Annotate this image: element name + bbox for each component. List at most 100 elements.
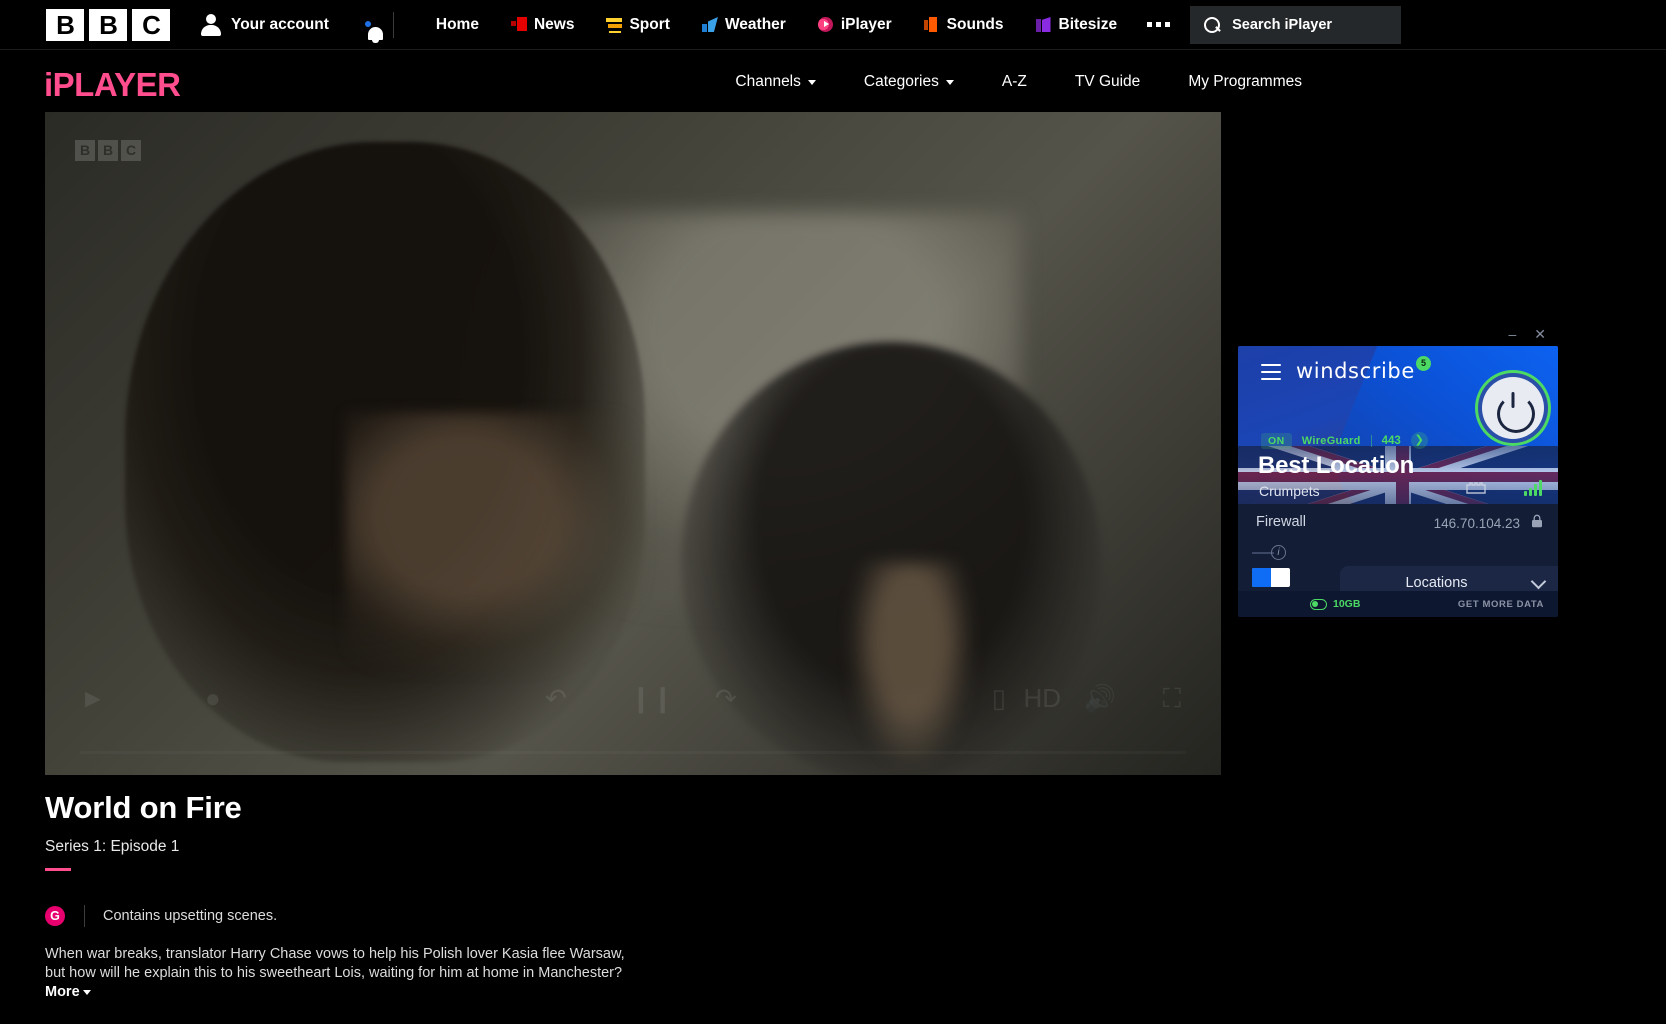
volume-icon[interactable]: 🔊 xyxy=(1084,673,1116,723)
nav-item-a-z[interactable]: A-Z xyxy=(978,73,1051,91)
progress-bar[interactable] xyxy=(80,751,1186,754)
sport-icon xyxy=(606,17,623,32)
weather-icon xyxy=(701,17,718,32)
signal-bar xyxy=(1534,484,1537,496)
hamburger-line xyxy=(1261,364,1281,366)
nav-item-iplayer[interactable]: iPlayer xyxy=(802,16,908,34)
windscribe-titlebar[interactable]: – ✕ xyxy=(1238,322,1558,346)
minimize-button[interactable]: – xyxy=(1508,327,1516,341)
notification-dot xyxy=(364,20,371,27)
subtitles-icon[interactable]: ▯ xyxy=(992,673,1006,723)
signal-bar xyxy=(1539,480,1542,496)
chevron-down-icon xyxy=(807,80,816,85)
notification-badge[interactable]: 5 xyxy=(1416,356,1431,371)
port-label: 443 xyxy=(1381,434,1401,447)
rewind-icon[interactable]: ↶ xyxy=(545,673,567,723)
hamburger-icon[interactable] xyxy=(1261,364,1281,385)
nav-item-label: iPlayer xyxy=(840,15,892,33)
firewall-row: Firewall 146.70.104.23 i xyxy=(1238,504,1558,587)
divider xyxy=(1370,434,1372,447)
search-icon xyxy=(1204,16,1221,33)
location-name: Best Location xyxy=(1258,452,1415,479)
nav-item-channels[interactable]: Channels xyxy=(711,73,840,91)
ellipsis-dot xyxy=(1156,22,1162,27)
bbc-nav-items: Home News Sport Weather iPlayer Sounds B… xyxy=(420,16,1190,34)
info-icon[interactable]: i xyxy=(1271,545,1286,560)
get-more-data-button[interactable]: GET MORE DATA xyxy=(1458,599,1544,610)
windscribe-brand: windscribe xyxy=(1296,359,1415,383)
bbc-logo-letter: B xyxy=(89,8,127,41)
hamburger-line xyxy=(1261,371,1281,373)
chevron-down-icon xyxy=(945,80,954,85)
bbc-logo-letter: C xyxy=(132,8,170,41)
play-icon[interactable]: ► xyxy=(80,673,106,723)
iplayer-icon xyxy=(817,17,834,32)
locations-label: Locations xyxy=(1405,575,1468,591)
nav-item-categories[interactable]: Categories xyxy=(840,73,978,91)
toggle-knob xyxy=(1252,568,1271,587)
connection-status-row[interactable]: ON WireGuard 443 ❯ xyxy=(1261,432,1428,449)
bbc-logo-letter: B xyxy=(46,8,84,41)
episode-label: Series 1: Episode 1 xyxy=(45,838,180,855)
more-button[interactable]: More xyxy=(45,984,91,1000)
fullscreen-icon[interactable]: ⛶ xyxy=(1163,673,1181,723)
iplayer-nav: iPLAYER Channels Categories A-Z TV Guide… xyxy=(0,49,1666,112)
ellipsis-dot xyxy=(1165,22,1171,27)
nav-item-label: Home xyxy=(435,15,479,33)
lock-icon xyxy=(1532,514,1542,528)
nav-item-my-programmes[interactable]: My Programmes xyxy=(1164,73,1326,91)
nav-item-home[interactable]: Home xyxy=(420,16,495,34)
nav-item-sounds[interactable]: Sounds xyxy=(908,16,1020,34)
nav-item-sport[interactable]: Sport xyxy=(590,16,685,34)
server-rack-icon xyxy=(1466,482,1486,494)
power-button-icon[interactable] xyxy=(1482,377,1544,439)
player-controls-row: ► ● ↶ ❙❙ ↷ ▯ HD 🔊 ⛶ xyxy=(45,673,1221,723)
status-badge: ON xyxy=(1261,432,1292,449)
nav-item-tv-guide[interactable]: TV Guide xyxy=(1051,73,1164,91)
firewall-label: Firewall xyxy=(1256,514,1306,530)
more-menu-button[interactable] xyxy=(1133,22,1190,27)
bitesize-icon xyxy=(1035,17,1052,32)
nav-item-weather[interactable]: Weather xyxy=(686,16,802,34)
signal-bars-icon xyxy=(1524,479,1542,496)
iplayer-nav-items: Channels Categories A-Z TV Guide My Prog… xyxy=(711,50,1326,113)
video-player[interactable]: B B C ► ● ↶ ❙❙ ↷ ▯ HD 🔊 ⛶ xyxy=(45,112,1221,775)
watermark-letter: B xyxy=(98,140,118,161)
search-placeholder: Search iPlayer xyxy=(1232,16,1333,33)
programme-info: World on Fire Series 1: Episode 1 G Cont… xyxy=(45,790,945,1002)
guidance-badge: G xyxy=(45,906,65,926)
nav-item-label: News xyxy=(533,15,575,33)
guidance-row: G Contains upsetting scenes. xyxy=(45,905,945,927)
guidance-text: Contains upsetting scenes. xyxy=(103,908,278,924)
chevron-right-icon[interactable]: ❯ xyxy=(1410,432,1428,449)
synopsis: When war breaks, translator Harry Chase … xyxy=(45,945,635,1002)
nav-item-news[interactable]: News xyxy=(495,16,591,34)
city-name: Crumpets xyxy=(1259,483,1320,499)
search-input[interactable]: Search iPlayer xyxy=(1190,5,1402,44)
player-controls[interactable]: ► ● ↶ ❙❙ ↷ ▯ HD 🔊 ⛶ xyxy=(45,655,1221,775)
nav-item-label: Channels xyxy=(735,72,801,90)
windscribe-footer: 10GB GET MORE DATA xyxy=(1238,591,1558,617)
ellipsis-dot xyxy=(1147,22,1153,27)
chevron-down-icon xyxy=(1530,573,1547,589)
nav-item-label: A-Z xyxy=(1001,72,1027,90)
news-icon xyxy=(510,17,527,32)
your-account-button[interactable]: Your account xyxy=(200,13,329,36)
nav-item-label: Bitesize xyxy=(1058,15,1118,33)
nav-item-bitesize[interactable]: Bitesize xyxy=(1020,16,1134,34)
sounds-icon xyxy=(923,17,940,32)
nav-item-label: Sport xyxy=(629,15,670,33)
close-button[interactable]: ✕ xyxy=(1534,327,1546,341)
firewall-toggle[interactable] xyxy=(1252,568,1290,587)
divider xyxy=(84,905,85,927)
nav-item-label: Categories xyxy=(863,72,939,90)
quality-icon[interactable]: HD xyxy=(1023,673,1061,723)
iplayer-logo[interactable]: iPLAYER xyxy=(44,66,181,104)
windscribe-widget[interactable]: – ✕ windscribe 5 ON WireGuard 443 ❯ Best… xyxy=(1238,322,1558,617)
bbc-logo[interactable]: B B C xyxy=(46,8,170,41)
pause-icon[interactable]: ❙❙ xyxy=(630,673,674,723)
data-amount: 10GB xyxy=(1333,598,1361,610)
more-label: More xyxy=(45,984,80,1001)
forward-icon[interactable]: ↷ xyxy=(715,673,737,723)
bbc-global-nav: B B C Your account Home News Sport Weath… xyxy=(0,0,1666,49)
